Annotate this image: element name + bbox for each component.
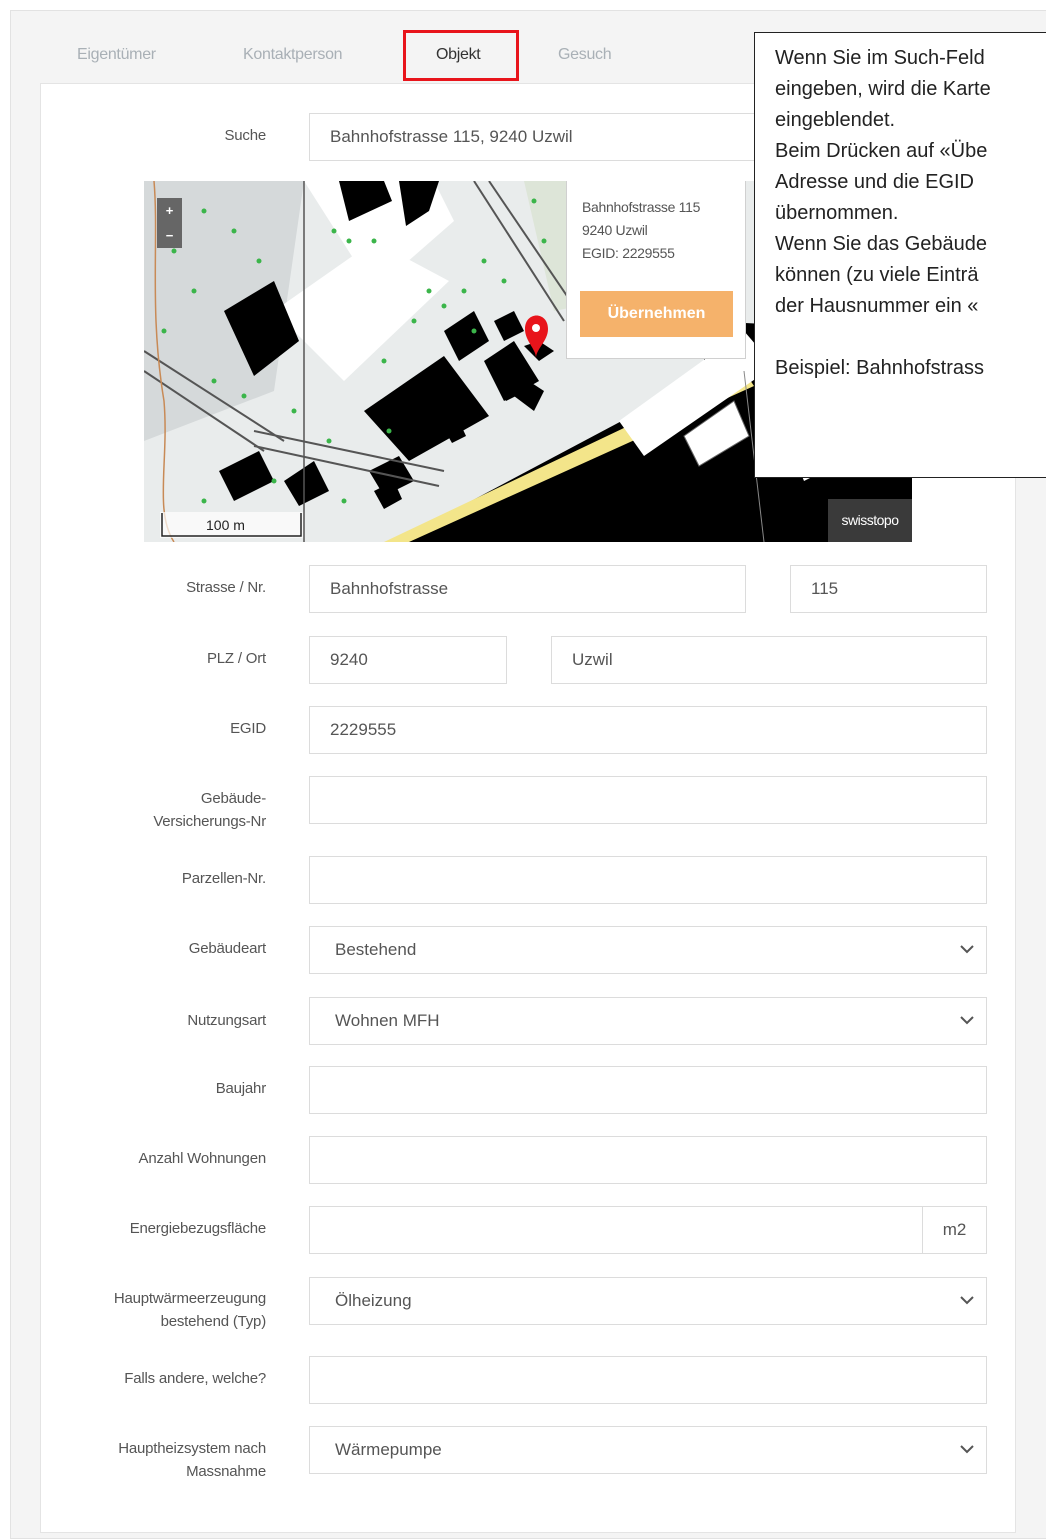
callout-line: Adresse und die EGID	[775, 171, 974, 193]
parcel-label: Parzellen-Nr.	[181, 870, 266, 887]
apartments-input[interactable]	[309, 1136, 987, 1184]
chevron-down-icon	[960, 1016, 974, 1025]
search-input[interactable]: Bahnhofstrasse 115, 9240 Uzwil	[309, 113, 769, 161]
other-label: Falls andere, welche?	[124, 1370, 266, 1387]
callout-line: Wenn Sie das Gebäude	[775, 233, 988, 255]
heat-gen-label-line2: bestehend (Typ)	[160, 1313, 267, 1330]
city-input[interactable]: Uzwil	[551, 636, 987, 684]
building-type-value: Bestehend	[335, 940, 417, 959]
zoom-controls: + −	[157, 198, 182, 248]
egid-input[interactable]: 2229555	[309, 706, 987, 754]
building-type-select[interactable]: Bestehend	[309, 926, 987, 974]
zoom-in-button[interactable]: +	[157, 198, 182, 223]
tab-eigentuemer[interactable]: Eigentümer	[77, 46, 156, 64]
house-number-input[interactable]: 115	[790, 565, 987, 613]
tab-gesuch[interactable]: Gesuch	[558, 46, 612, 64]
heating-after-label: Hauptheizsystem nach Massnahme	[118, 1437, 266, 1483]
building-type-label: Gebäudeart	[188, 940, 266, 957]
ubernehmen-button[interactable]: Übernehmen	[580, 291, 733, 337]
map-attribution: swisstopo	[841, 512, 899, 528]
callout-line: Beispiel: Bahnhofstrass	[775, 357, 985, 379]
callout-line: Wenn Sie im Such-Feld	[775, 47, 985, 69]
search-label: Suche	[224, 127, 266, 144]
other-input[interactable]	[309, 1356, 987, 1404]
plz-label: PLZ / Ort	[206, 650, 266, 667]
usage-value: Wohnen MFH	[335, 1011, 440, 1030]
apartments-label: Anzahl Wohnungen	[138, 1150, 267, 1167]
popup-egid: EGID: 2229555	[582, 245, 675, 261]
callout-line: eingeblendet.	[775, 109, 896, 131]
tab-kontaktperson[interactable]: Kontaktperson	[243, 46, 343, 64]
plz-input[interactable]: 9240	[309, 636, 507, 684]
zoom-out-button[interactable]: −	[157, 223, 182, 248]
parcel-input[interactable]	[309, 856, 987, 904]
popup-city: 9240 Uzwil	[582, 222, 648, 238]
heat-gen-select[interactable]: Ölheizung	[309, 1277, 987, 1325]
map-scale-label: 100 m	[206, 517, 245, 533]
callout-line: eingeben, wird die Karte	[775, 78, 991, 100]
popup-address: Bahnhofstrasse 115	[582, 199, 701, 215]
heat-gen-label-line1: Hauptwärmeerzeugung	[113, 1290, 266, 1307]
callout-line: übernommen.	[775, 202, 899, 224]
year-input[interactable]	[309, 1066, 987, 1114]
help-callout: Wenn Sie im Such-Feld eingeben, wird die…	[754, 32, 1046, 478]
insurance-input[interactable]	[309, 776, 987, 824]
usage-select[interactable]: Wohnen MFH	[309, 997, 987, 1045]
callout-line: können (zu viele Einträ	[775, 264, 979, 286]
year-label: Baujahr	[215, 1080, 267, 1097]
heating-after-label-line1: Hauptheizsystem nach	[118, 1440, 266, 1457]
heating-after-value: Wärmepumpe	[335, 1440, 442, 1459]
callout-line: der Hausnummer ein «	[775, 295, 979, 317]
map-popup: Bahnhofstrasse 115 9240 Uzwil EGID: 2229…	[566, 181, 746, 359]
chevron-down-icon	[960, 1296, 974, 1305]
street-input[interactable]: Bahnhofstrasse	[309, 565, 746, 613]
active-tab-highlight	[403, 30, 519, 81]
energy-area-label: Energiebezugsfläche	[129, 1220, 267, 1237]
insurance-label-line1: Gebäude-	[200, 790, 266, 807]
energy-area-input[interactable]	[309, 1206, 923, 1254]
heat-gen-value: Ölheizung	[335, 1291, 412, 1310]
chevron-down-icon	[960, 945, 974, 954]
egid-label: EGID	[230, 720, 266, 737]
callout-line: Beim Drücken auf «Übe	[775, 140, 988, 162]
street-label: Strasse / Nr.	[186, 579, 266, 596]
insurance-label: Gebäude- Versicherungs-Nr	[153, 787, 266, 833]
usage-label: Nutzungsart	[187, 1012, 266, 1029]
heating-after-label-line2: Massnahme	[186, 1463, 266, 1480]
callout-line	[775, 322, 1046, 353]
insurance-label-line2: Versicherungs-Nr	[153, 813, 266, 830]
heat-gen-label: Hauptwärmeerzeugung bestehend (Typ)	[114, 1287, 266, 1333]
chevron-down-icon	[960, 1445, 974, 1454]
energy-area-unit: m2	[922, 1206, 987, 1254]
heating-after-select[interactable]: Wärmepumpe	[309, 1426, 987, 1474]
